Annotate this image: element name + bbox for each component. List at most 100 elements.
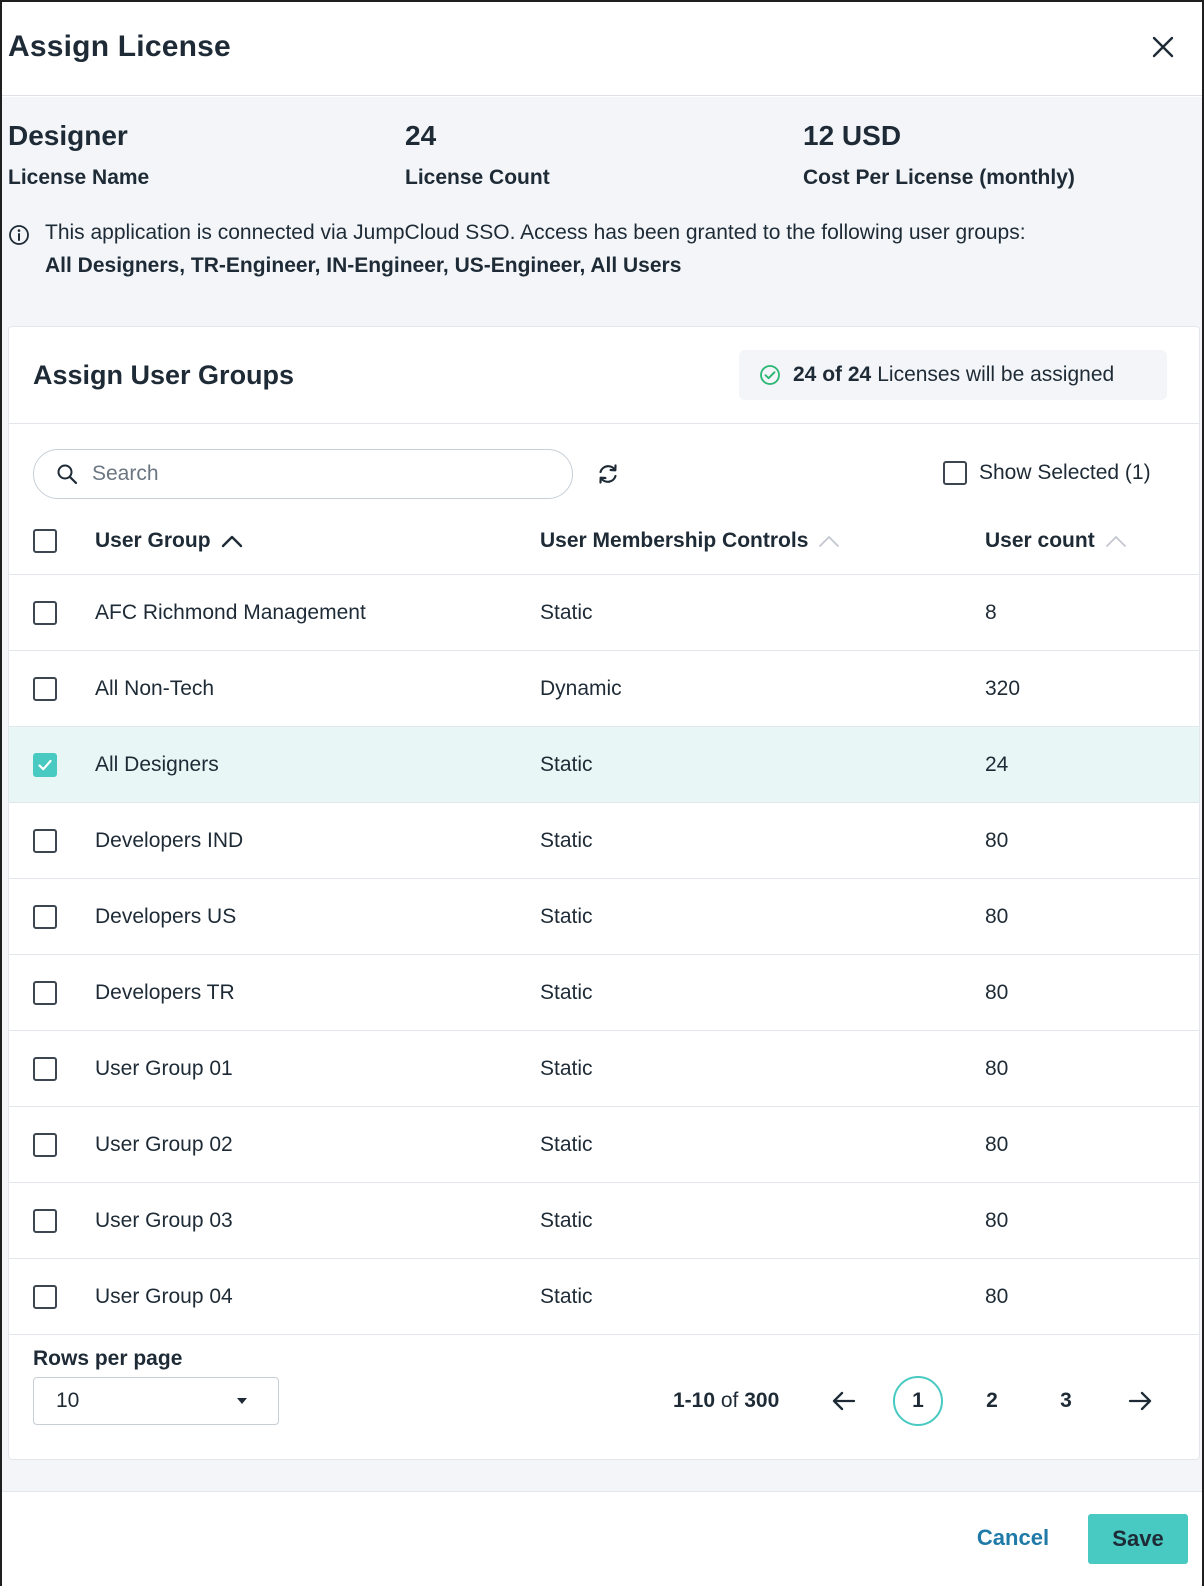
rows-per-page-label: Rows per page (33, 1347, 183, 1370)
cell-user-count: 80 (985, 980, 1009, 1004)
page-button-1[interactable]: 1 (893, 1376, 943, 1426)
rows-per-page-value: 10 (56, 1389, 80, 1412)
cell-user-group: User Group 02 (95, 1132, 233, 1156)
sort-inactive-icon (819, 535, 840, 547)
page-button-3[interactable]: 3 (1041, 1376, 1091, 1426)
previous-page-button[interactable] (819, 1376, 869, 1426)
arrow-left-icon (832, 1391, 856, 1411)
column-header-membership-controls-label: User Membership Controls (540, 528, 809, 552)
refresh-icon (599, 464, 617, 484)
pagination-range: 1-10 of 300 (673, 1389, 779, 1413)
cell-user-group: Developers US (95, 904, 237, 928)
show-selected-label: Show Selected (1) (979, 461, 1151, 484)
show-selected-toggle[interactable]: Show Selected (1) (943, 461, 1151, 485)
column-header-user-group[interactable]: User Group (95, 529, 540, 553)
cell-membership-controls: Static (540, 752, 593, 776)
table-row[interactable]: User Group 03 Static 80 (9, 1183, 1199, 1259)
modal-header: Assign License (2, 2, 1202, 96)
license-name-label: License Name (8, 166, 150, 189)
cell-membership-controls: Dynamic (540, 676, 622, 700)
row-checkbox[interactable] (33, 1132, 57, 1157)
table-row[interactable]: User Group 02 Static 80 (9, 1107, 1199, 1183)
search-input[interactable] (92, 462, 512, 486)
cell-membership-controls: Static (540, 828, 593, 852)
row-checkbox[interactable] (33, 904, 57, 929)
license-cost-value: 12 USD (803, 120, 902, 151)
row-checkbox-checked[interactable] (33, 752, 57, 777)
cell-user-group: All Non-Tech (95, 676, 215, 700)
save-button[interactable]: Save (1088, 1514, 1188, 1564)
cancel-button[interactable]: Cancel (968, 1514, 1058, 1562)
search-field[interactable] (33, 449, 573, 499)
check-circle-icon (760, 365, 780, 385)
table-row[interactable]: User Group 04 Static 80 (9, 1259, 1199, 1335)
sso-notice-text: This application is connected via JumpCl… (45, 221, 1026, 244)
table-row[interactable]: Developers IND Static 80 (9, 803, 1199, 879)
info-icon (9, 225, 29, 245)
sso-granted-groups: All Designers, TR-Engineer, IN-Engineer,… (45, 254, 682, 277)
table-row-selected[interactable]: All Designers Static 24 (9, 727, 1199, 803)
column-header-membership-controls[interactable]: User Membership Controls (540, 529, 985, 553)
cell-user-group: All Designers (95, 752, 219, 776)
column-header-user-count-label: User count (985, 528, 1095, 552)
cell-user-group: AFC Richmond Management (95, 600, 366, 624)
license-cost-label: Cost Per License (monthly) (803, 166, 1075, 189)
card-divider (9, 423, 1199, 424)
refresh-button[interactable] (593, 459, 623, 489)
close-button[interactable] (1148, 32, 1178, 62)
pagination-of: of (720, 1389, 739, 1412)
search-icon (57, 464, 78, 485)
cell-user-group: User Group 04 (95, 1284, 233, 1308)
cell-user-count: 80 (985, 1132, 1009, 1156)
caret-down-icon (237, 1398, 247, 1404)
table-row[interactable]: Developers US Static 80 (9, 879, 1199, 955)
cell-membership-controls: Static (540, 904, 593, 928)
cell-user-count: 8 (985, 600, 997, 624)
row-checkbox[interactable] (33, 1056, 57, 1081)
row-checkbox[interactable] (33, 1208, 57, 1233)
cell-membership-controls: Static (540, 1208, 593, 1232)
table-row[interactable]: AFC Richmond Management Static 8 (9, 575, 1199, 651)
license-name-value: Designer (8, 120, 128, 151)
cell-user-count: 80 (985, 904, 1009, 928)
cell-membership-controls: Static (540, 1284, 593, 1308)
select-all-checkbox[interactable] (33, 528, 57, 553)
close-icon (1152, 36, 1174, 58)
next-page-button[interactable] (1115, 1376, 1165, 1426)
cell-membership-controls: Static (540, 600, 593, 624)
pagination-total: 300 (744, 1389, 780, 1412)
modal-title: Assign License (8, 30, 231, 63)
cell-user-count: 80 (985, 1056, 1009, 1080)
page-button-2[interactable]: 2 (967, 1376, 1017, 1426)
row-checkbox[interactable] (33, 676, 57, 701)
row-checkbox[interactable] (33, 828, 57, 853)
show-selected-checkbox[interactable] (943, 461, 967, 485)
row-checkbox[interactable] (33, 600, 57, 625)
license-count-value: 24 (405, 120, 437, 151)
license-cost-stat: 12 USD Cost Per License (monthly) (803, 120, 1075, 190)
badge-count: 24 of 24 (793, 363, 872, 386)
assign-user-groups-card: Assign User Groups 24 of 24 Licenses wil… (8, 326, 1200, 1460)
cell-user-group: Developers TR (95, 980, 235, 1004)
card-title: Assign User Groups (33, 360, 295, 390)
row-checkbox[interactable] (33, 1284, 57, 1309)
checkmark-icon (38, 759, 52, 770)
cell-user-group: User Group 01 (95, 1056, 233, 1080)
sort-inactive-icon (1105, 535, 1126, 547)
sort-ascending-icon (221, 535, 242, 547)
table-row[interactable]: Developers TR Static 80 (9, 955, 1199, 1031)
row-checkbox[interactable] (33, 980, 57, 1005)
table-row[interactable]: User Group 01 Static 80 (9, 1031, 1199, 1107)
badge-text: Licenses will be assigned (877, 363, 1115, 386)
table-header: User Group User Membership Controls User… (9, 507, 1199, 575)
modal-footer: Cancel Save (2, 1491, 1202, 1586)
cell-user-count: 24 (985, 752, 1009, 776)
license-count-stat: 24 License Count (405, 120, 550, 190)
cell-user-count: 80 (985, 828, 1009, 852)
cell-user-count: 80 (985, 1208, 1009, 1232)
rows-per-page-select[interactable]: 10 (33, 1377, 279, 1425)
arrow-right-icon (1128, 1391, 1152, 1411)
table-row[interactable]: All Non-Tech Dynamic 320 (9, 651, 1199, 727)
column-header-user-count[interactable]: User count (985, 529, 1185, 553)
cell-user-group: User Group 03 (95, 1208, 233, 1232)
